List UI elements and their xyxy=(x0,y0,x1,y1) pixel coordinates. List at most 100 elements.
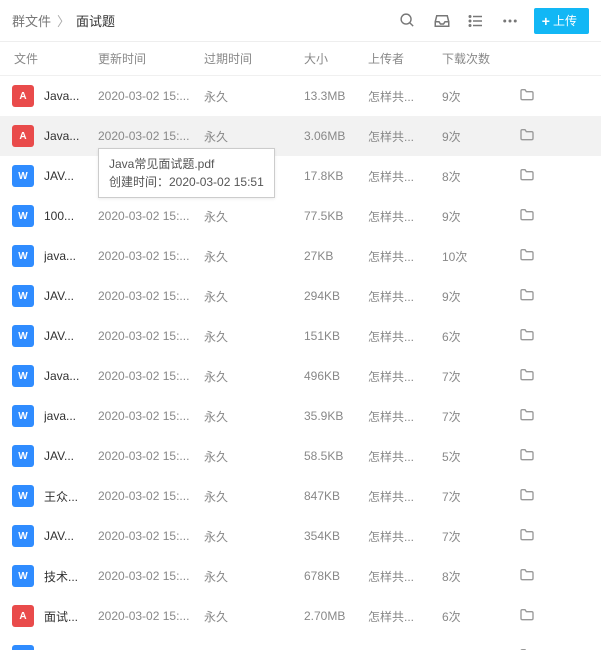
file-name[interactable]: java... xyxy=(44,249,76,263)
table-row[interactable]: Wjava...2020-03-02 15:...永久35.9KB怎样共...7… xyxy=(0,396,601,436)
cell-size: 678KB xyxy=(304,569,368,583)
folder-icon xyxy=(519,127,535,143)
cell-downloads: 9次 xyxy=(442,208,512,225)
col-uploader[interactable]: 上传者 xyxy=(368,50,442,67)
cell-downloads: 9次 xyxy=(442,88,512,105)
cell-downloads: 9次 xyxy=(442,288,512,305)
folder-icon xyxy=(519,567,535,583)
cell-size: 354KB xyxy=(304,529,368,543)
breadcrumb-root[interactable]: 群文件 xyxy=(12,11,51,30)
open-folder-button[interactable] xyxy=(512,247,542,266)
col-update[interactable]: 更新时间 xyxy=(98,50,204,67)
open-folder-button[interactable] xyxy=(512,567,542,586)
folder-icon xyxy=(519,607,535,623)
folder-icon xyxy=(519,287,535,303)
table-row[interactable]: Wjava...2020-03-02 15:...永久27KB怎样共...10次 xyxy=(0,236,601,276)
table-row[interactable]: A面试...2020-03-02 15:...永久2.70MB怎样共...6次 xyxy=(0,596,601,636)
cell-downloads: 7次 xyxy=(442,528,512,545)
cell-uploader: 怎样共... xyxy=(368,488,442,505)
cell-expire: 永久 xyxy=(204,208,304,225)
list-view-icon[interactable] xyxy=(466,11,486,31)
file-name[interactable]: Java... xyxy=(44,129,79,143)
cell-update: 2020-03-02 15:... xyxy=(98,329,204,343)
cell-expire: 永久 xyxy=(204,288,304,305)
col-expire[interactable]: 过期时间 xyxy=(204,50,304,67)
cell-size: 496KB xyxy=(304,369,368,383)
table-row[interactable]: W100...2020-03-02 15:...永久77.5KB怎样共...9次 xyxy=(0,196,601,236)
open-folder-button[interactable] xyxy=(512,287,542,306)
open-folder-button[interactable] xyxy=(512,607,542,626)
table-row[interactable]: AJava...2020-03-02 15:...永久13.3MB怎样共...9… xyxy=(0,76,601,116)
table-row[interactable]: W毕向...2020-03-02 15:...永久360KB怎样共...16次 xyxy=(0,636,601,650)
open-folder-button[interactable] xyxy=(512,367,542,386)
cell-uploader: 怎样共... xyxy=(368,368,442,385)
cell-update: 2020-03-02 15:... xyxy=(98,89,204,103)
table-row[interactable]: W王众...2020-03-02 15:...永久847KB怎样共...7次 xyxy=(0,476,601,516)
file-name[interactable]: JAV... xyxy=(44,289,74,303)
file-cell: A Java... xyxy=(12,85,98,107)
file-name[interactable]: 100... xyxy=(44,209,74,223)
file-cell: WJAV... xyxy=(12,525,98,547)
file-name[interactable]: JAV... xyxy=(44,449,74,463)
file-name[interactable]: 王众... xyxy=(44,488,78,505)
breadcrumb-current: 面试题 xyxy=(76,11,115,30)
open-folder-button[interactable] xyxy=(512,87,542,106)
table-row[interactable]: W技术...2020-03-02 15:...永久678KB怎样共...8次 xyxy=(0,556,601,596)
file-name[interactable]: 面试... xyxy=(44,608,78,625)
cell-update: 2020-03-02 15:... xyxy=(98,449,204,463)
file-name[interactable]: JAV... xyxy=(44,329,74,343)
file-name[interactable]: Java... xyxy=(44,89,79,103)
col-downloads[interactable]: 下载次数 xyxy=(442,50,512,67)
file-name[interactable]: 技术... xyxy=(44,568,78,585)
table-row[interactable]: WJava...2020-03-02 15:...永久496KB怎样共...7次 xyxy=(0,356,601,396)
open-folder-button[interactable] xyxy=(512,407,542,426)
table-row[interactable]: WJAV...2020-03-02 15:...永久294KB怎样共...9次 xyxy=(0,276,601,316)
table-row[interactable]: WJAV...2020-03-02 15:...永久17.8KB怎样共...8次 xyxy=(0,156,601,196)
file-cell: WJAV... xyxy=(12,325,98,347)
open-folder-button[interactable] xyxy=(512,327,542,346)
pdf-icon: A xyxy=(12,85,34,107)
cell-uploader: 怎样共... xyxy=(368,208,442,225)
doc-icon: W xyxy=(12,405,34,427)
open-folder-button[interactable] xyxy=(512,127,542,146)
cell-downloads: 8次 xyxy=(442,568,512,585)
cell-update: 2020-03-02 15:... xyxy=(98,369,204,383)
file-cell: AJava... xyxy=(12,125,98,147)
file-name[interactable]: java... xyxy=(44,409,76,423)
open-folder-button[interactable] xyxy=(512,447,542,466)
folder-icon xyxy=(519,87,535,103)
more-icon[interactable] xyxy=(500,11,520,31)
cell-update: 2020-03-02 15:... xyxy=(98,569,204,583)
cell-expire: 永久 xyxy=(204,608,304,625)
col-file[interactable]: 文件 xyxy=(12,50,98,67)
cell-size: 2.70MB xyxy=(304,609,368,623)
search-icon[interactable] xyxy=(398,11,418,31)
folder-icon xyxy=(519,527,535,543)
file-name[interactable]: JAV... xyxy=(44,169,74,183)
open-folder-button[interactable] xyxy=(512,167,542,186)
file-name[interactable]: JAV... xyxy=(44,529,74,543)
open-folder-button[interactable] xyxy=(512,487,542,506)
cell-expire: 永久 xyxy=(204,88,304,105)
file-list[interactable]: AJava...2020-03-02 15:...永久13.3MB怎样共...9… xyxy=(0,76,601,650)
open-folder-button[interactable] xyxy=(512,527,542,546)
file-name[interactable]: Java... xyxy=(44,369,79,383)
file-name[interactable]: 毕向... xyxy=(44,648,78,651)
cell-size: 3.06MB xyxy=(304,129,368,143)
upload-button[interactable]: + 上传 xyxy=(534,8,589,34)
cell-expire: 永久 xyxy=(204,328,304,345)
folder-icon xyxy=(519,367,535,383)
table-row[interactable]: AJava...2020-03-02 15:...永久3.06MB怎样共...9… xyxy=(0,116,601,156)
inbox-icon[interactable] xyxy=(432,11,452,31)
cell-uploader: 怎样共... xyxy=(368,608,442,625)
table-row[interactable]: WJAV...2020-03-02 15:...永久151KB怎样共...6次 xyxy=(0,316,601,356)
folder-icon xyxy=(519,487,535,503)
col-size[interactable]: 大小 xyxy=(304,50,368,67)
table-row[interactable]: WJAV...2020-03-02 15:...永久354KB怎样共...7次 xyxy=(0,516,601,556)
doc-icon: W xyxy=(12,285,34,307)
folder-icon xyxy=(519,167,535,183)
table-row[interactable]: WJAV...2020-03-02 15:...永久58.5KB怎样共...5次 xyxy=(0,436,601,476)
open-folder-button[interactable] xyxy=(512,207,542,226)
open-folder-button[interactable] xyxy=(512,647,542,651)
cell-size: 13.3MB xyxy=(304,89,368,103)
